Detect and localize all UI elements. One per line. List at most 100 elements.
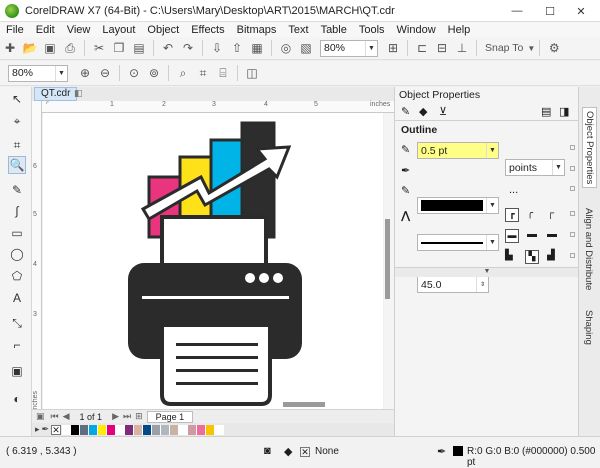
new-document-icon[interactable]: ✚ — [1, 39, 19, 57]
menu-table[interactable]: Table — [315, 24, 353, 36]
square-cap-icon[interactable]: ▬ — [547, 229, 557, 240]
next-page-icon[interactable]: ▶ — [112, 411, 119, 422]
menu-file[interactable]: File — [0, 24, 30, 36]
menu-edit[interactable]: Edit — [30, 24, 61, 36]
eyedropper-icon[interactable]: ✒ — [42, 424, 50, 435]
connector-tool-icon[interactable]: ⌐ — [8, 336, 26, 354]
fill-icon[interactable]: ◆ — [419, 105, 427, 118]
miter-corner-icon[interactable]: ┏ — [505, 208, 519, 222]
no-color-swatch[interactable]: ✕ — [51, 424, 62, 435]
first-page-icon[interactable]: ⏮ — [51, 411, 59, 422]
horizontal-scroll-thumb[interactable] — [283, 402, 325, 407]
tab-align-distribute[interactable]: Align and Distribute — [582, 205, 595, 293]
menu-effects[interactable]: Effects — [185, 24, 230, 36]
vertical-scroll-thumb[interactable] — [385, 219, 390, 299]
color-swatch[interactable] — [89, 424, 99, 435]
palette-menu-icon[interactable]: ▸ — [35, 424, 40, 435]
menu-object[interactable]: Object — [141, 24, 185, 36]
artistic-media-tool-icon[interactable]: ∫ — [8, 202, 26, 220]
color-swatch[interactable] — [206, 424, 216, 435]
zoom-to-page-width-icon[interactable]: ⌗ — [194, 64, 212, 82]
redo-icon[interactable]: ↷ — [179, 39, 197, 57]
cut-icon[interactable]: ✂ — [90, 39, 108, 57]
zoom-to-selected-icon[interactable]: ⊙ — [125, 64, 143, 82]
menu-text[interactable]: Text — [282, 24, 314, 36]
document-color-settings-icon[interactable]: ◙ — [264, 445, 271, 457]
add-page-icon[interactable]: ⊞ — [135, 411, 143, 422]
import-icon[interactable]: ⇩ — [208, 39, 226, 57]
color-swatch[interactable] — [98, 424, 108, 435]
horizontal-ruler[interactable]: ⌜ 1 2 3 4 5 inches — [42, 101, 394, 113]
shape-tool-icon[interactable]: ⌖ — [8, 112, 26, 130]
centered-outline-icon[interactable]: ▚ — [525, 250, 539, 264]
text-tool-icon[interactable]: A — [8, 289, 26, 307]
minimize-button[interactable]: — — [502, 0, 532, 22]
color-swatch[interactable] — [116, 424, 126, 435]
zoom-to-page-icon[interactable]: ⌕ — [174, 64, 192, 82]
docker-settings-icon[interactable]: ◨ — [559, 105, 569, 118]
snap-to-dropdown[interactable]: Snap To — [485, 42, 523, 54]
outline-pen-icon[interactable]: ✎ — [401, 105, 410, 118]
bevel-corner-icon[interactable]: ┌ — [547, 208, 554, 219]
property-toggle[interactable] — [570, 253, 575, 258]
outline-units-select[interactable]: points ▼ — [505, 159, 565, 176]
options-icon[interactable]: ⚙ — [545, 39, 563, 57]
color-swatch[interactable] — [152, 424, 162, 435]
polygon-tool-icon[interactable]: ⬠ — [8, 267, 26, 285]
zoom-level-select[interactable]: 80% ▼ — [320, 39, 378, 57]
coreldraw-app-icon[interactable] — [5, 3, 19, 18]
fill-indicator-icon[interactable]: ◆ — [284, 445, 292, 458]
zoom-out-icon[interactable]: ⊖ — [96, 64, 114, 82]
printer-chart-artwork[interactable] — [43, 113, 383, 409]
menu-help[interactable]: Help — [442, 24, 477, 36]
zoom-tool-icon[interactable]: 🔍 — [8, 156, 26, 174]
menu-view[interactable]: View — [61, 24, 97, 36]
open-folder-icon[interactable]: 📂 — [21, 39, 39, 57]
save-icon[interactable]: ▣ — [41, 39, 59, 57]
property-zoom-select[interactable]: 80% ▼ — [8, 64, 68, 82]
property-toggle[interactable] — [570, 166, 575, 171]
color-swatch[interactable] — [197, 424, 207, 435]
show-guidelines-icon[interactable]: ⊥ — [453, 39, 471, 57]
zoom-to-page-height-icon[interactable]: ⌸ — [214, 64, 232, 82]
expand-section-icon[interactable]: ▼ — [395, 267, 579, 277]
round-cap-icon[interactable]: ▬ — [527, 229, 537, 240]
previous-page-icon[interactable]: ◀ — [63, 411, 70, 422]
docker-view-icon[interactable]: ▤ — [541, 105, 551, 118]
document-tab[interactable]: QT.cdr — [34, 87, 78, 101]
color-swatch[interactable] — [62, 424, 72, 435]
lock-toolbar-icon[interactable]: ◫ — [243, 64, 261, 82]
page-tab[interactable]: Page 1 — [146, 410, 194, 423]
chevron-down-icon[interactable]: ▼ — [527, 44, 535, 53]
color-swatch[interactable] — [80, 424, 90, 435]
last-page-icon[interactable]: ⏭ — [123, 411, 131, 422]
freehand-tool-icon[interactable]: ✎ — [8, 181, 26, 199]
color-swatch[interactable] — [107, 424, 117, 435]
app-launcher-icon[interactable]: ◎ — [277, 39, 295, 57]
crop-tool-icon[interactable]: ⌗ — [8, 136, 26, 154]
line-style-select[interactable]: ▼ — [417, 234, 499, 251]
export-icon[interactable]: ⇧ — [228, 39, 246, 57]
pick-tool-icon[interactable]: ↖ — [8, 90, 26, 108]
print-icon[interactable]: ⎙ — [61, 39, 79, 57]
tab-object-properties[interactable]: Object Properties — [582, 107, 597, 189]
pdf-icon[interactable]: ▦ — [248, 39, 266, 57]
property-toggle[interactable] — [570, 186, 575, 191]
new-tab-icon[interactable]: ◧ — [74, 88, 83, 99]
menu-layout[interactable]: Layout — [96, 24, 141, 36]
property-toggle[interactable] — [570, 232, 575, 237]
full-screen-preview-icon[interactable]: ⊞ — [384, 39, 402, 57]
menu-tools[interactable]: Tools — [353, 24, 391, 36]
ellipse-tool-icon[interactable]: ◯ — [8, 245, 26, 263]
color-swatch[interactable] — [71, 424, 81, 435]
color-swatch[interactable] — [125, 424, 135, 435]
outline-color-picker[interactable]: ▼ — [417, 197, 499, 214]
menu-bitmaps[interactable]: Bitmaps — [231, 24, 283, 36]
rectangle-tool-icon[interactable]: ▭ — [8, 224, 26, 242]
color-swatch[interactable] — [143, 424, 153, 435]
copy-icon[interactable]: ❐ — [110, 39, 128, 57]
output-paper[interactable] — [160, 323, 272, 406]
outline-indicator-icon[interactable]: ✒ — [437, 445, 446, 458]
color-swatch[interactable] — [161, 424, 171, 435]
close-button[interactable]: ✕ — [566, 0, 596, 22]
